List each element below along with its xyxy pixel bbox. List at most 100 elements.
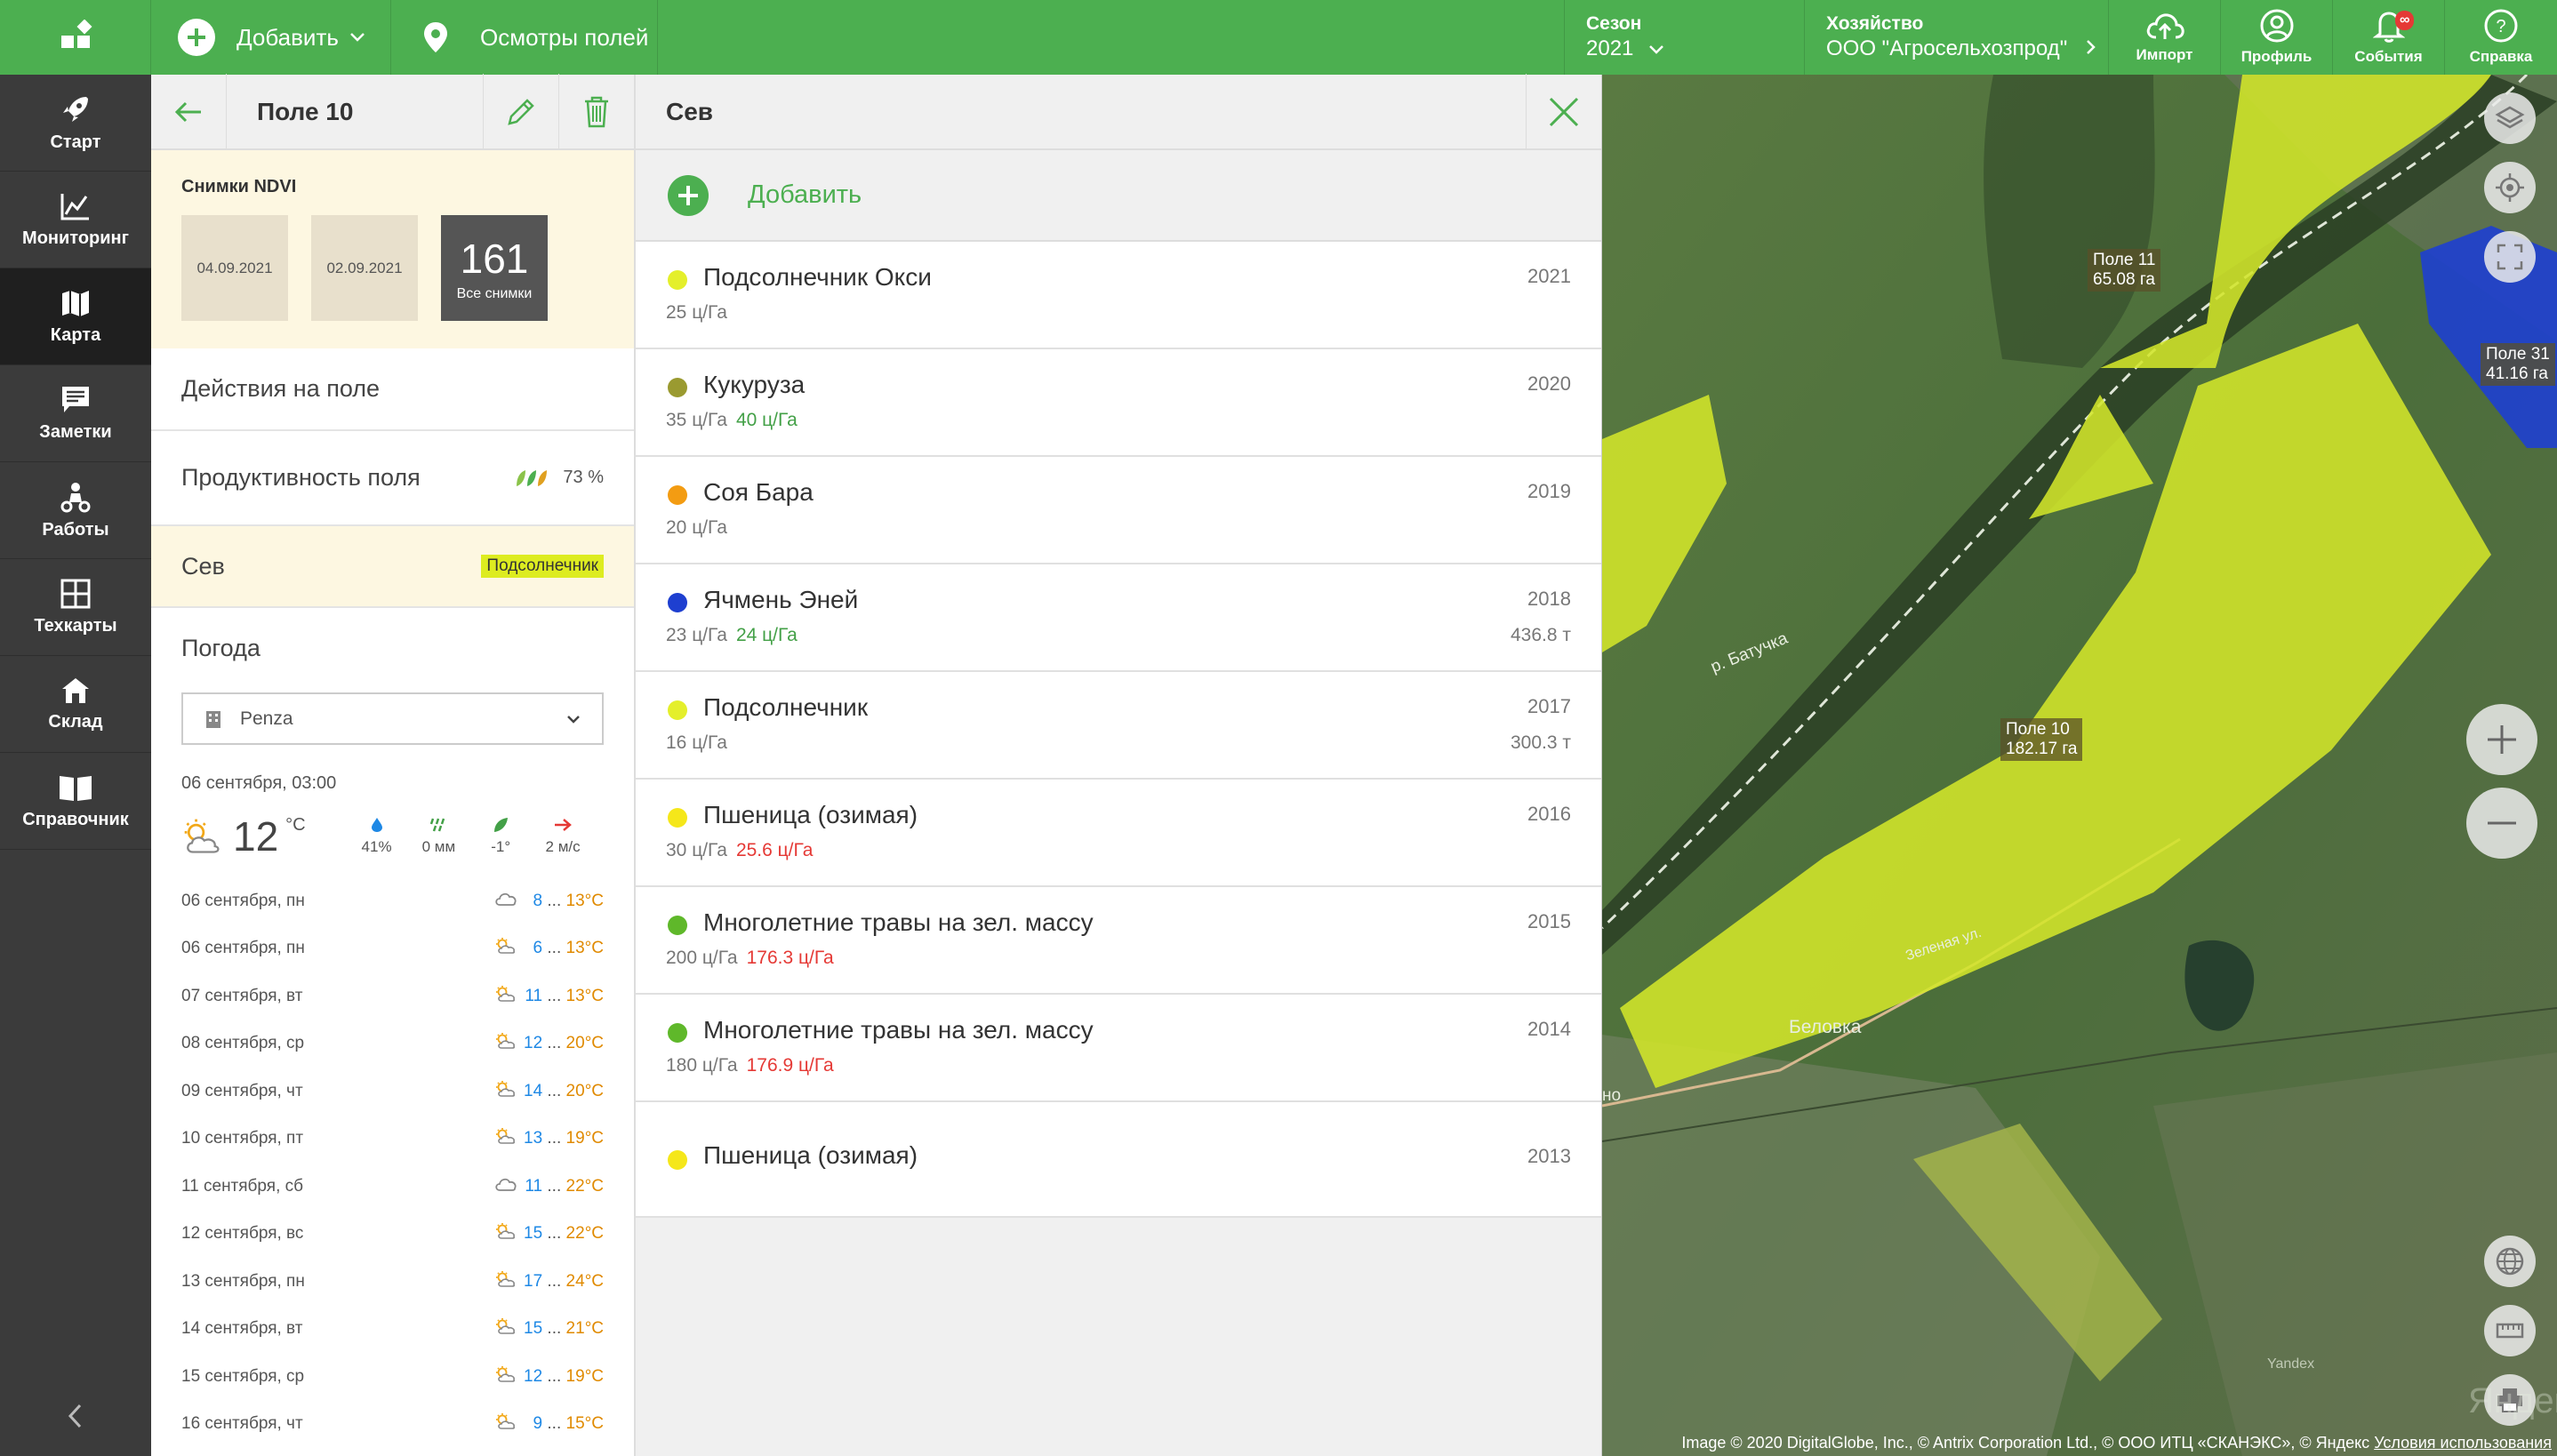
map-view[interactable]: Поле 11 65.08 га Поле 31 41.16 га Поле 10 1… [1602, 75, 2557, 1456]
field-inspections-button[interactable]: Осмотры полей [391, 0, 658, 75]
field-productivity-row[interactable]: Продуктивность поля 73 % [151, 431, 634, 526]
sowing-list-item[interactable]: Ячмень Эней 2018 23 ц/Га 24 ц/Га 436.8 т [636, 564, 1601, 672]
location-group: Penza [204, 708, 293, 730]
crop-year: 2017 [1527, 695, 1571, 717]
nav-item-techcards[interactable]: Техкарты [0, 559, 151, 656]
droplet-icon [371, 818, 382, 832]
sowing-list-item[interactable]: Многолетние травы на зел. массу 2014 180 ц… [636, 995, 1601, 1102]
sowing-list-item[interactable]: Многолетние травы на зел. массу 2015 200 ц… [636, 887, 1601, 995]
forecast-date: 08 сентября, ср [181, 1034, 305, 1053]
forecast-row: 06 сентября, пн 6 ... 13°C [181, 925, 604, 973]
zoom-out-button[interactable] [2466, 788, 2537, 859]
add-sowing-button[interactable]: Добавить [636, 150, 1601, 242]
events-button[interactable]: ∞ События [2333, 0, 2445, 75]
forecast-date: 10 сентября, пт [181, 1129, 304, 1148]
forecast-unit: °C [584, 1081, 605, 1100]
nav-label: Склад [48, 711, 103, 732]
crop-color-dot [668, 378, 687, 397]
nav-item-notes[interactable]: Заметки [0, 365, 151, 462]
add-button[interactable]: Добавить [151, 0, 391, 75]
sowing-list-item[interactable]: Кукуруза 2020 35 ц/Га 40 ц/Га [636, 349, 1601, 457]
crop-year: 2020 [1527, 372, 1571, 395]
fullscreen-button[interactable] [2484, 231, 2536, 283]
map-field-label[interactable]: Поле 10 182.17 га [2000, 718, 2083, 761]
import-button[interactable]: Импорт [2109, 0, 2221, 75]
logo[interactable] [0, 0, 151, 75]
sowing-list-item[interactable]: Подсолнечник 2017 16 ц/Га 300.3 т [636, 672, 1601, 780]
layers-button[interactable] [2484, 92, 2536, 144]
attribution-text: Image © 2020 DigitalGlobe, Inc., © Antri… [1681, 1434, 2370, 1452]
leaves-icon [517, 469, 548, 486]
zoom-in-button[interactable] [2466, 704, 2537, 775]
map-place-label: Беловка [1789, 1017, 1862, 1037]
crop-total: 300.3 т [1510, 732, 1571, 753]
nav-item-map[interactable]: Карта [0, 268, 151, 365]
profile-button[interactable]: Профиль [2221, 0, 2333, 75]
forecast-range: 15 ... 22°C [524, 1224, 604, 1244]
terms-link[interactable]: Условия использования [2374, 1434, 2552, 1452]
actual-yield: 25.6 ц/Га [735, 840, 814, 860]
leaf-temperature-value: -1° [491, 838, 511, 855]
forecast-high: 20 [565, 1081, 585, 1100]
help-button[interactable]: ? Справка [2445, 0, 2557, 75]
nav-item-works[interactable]: Работы [0, 462, 151, 559]
ndvi-thumbnail[interactable]: 04.09.2021 [181, 215, 288, 321]
sowing-list-item[interactable]: Пшеница (озимая) 2016 30 ц/Га 25.6 ц/Га [636, 780, 1601, 887]
map-field-label[interactable]: Поле 11 65.08 га [2088, 249, 2161, 292]
left-nav: Старт Мониторинг Карта Заметки Работы Те… [0, 75, 151, 1456]
weather-section: Погода Penza 06 сентября, 03:00 12 °C 41… [151, 635, 634, 1448]
ndvi-thumbnails: 04.09.2021 02.09.2021 161 Все снимки [181, 215, 604, 321]
farm-selector[interactable]: Хозяйство ООО "Агросельхозпрод" [1805, 0, 2109, 75]
sowing-list-item[interactable]: Подсолнечник Окси 2021 25 ц/Га [636, 242, 1601, 349]
crop-color-dot [668, 700, 687, 720]
ndvi-thumbnail[interactable]: 02.09.2021 [311, 215, 418, 321]
crop-color-dot [668, 808, 687, 828]
nav-item-reference[interactable]: Справочник [0, 753, 151, 850]
globe-button[interactable] [2484, 1236, 2536, 1287]
season-selector[interactable]: Сезон 2021 [1565, 0, 1805, 75]
field-area: 41.16 га [2486, 364, 2548, 383]
field-sowing-row[interactable]: Сев Подсолнечник [151, 526, 634, 608]
planned-yield: 23 ц/Га [666, 625, 727, 645]
current-temperature: 12 [233, 813, 279, 860]
edit-field-button[interactable] [483, 74, 558, 149]
nav-item-start[interactable]: Старт [0, 75, 151, 172]
field-actions-row[interactable]: Действия на поле [151, 348, 634, 431]
map-field-label[interactable]: Поле 31 41.16 га [2481, 343, 2555, 386]
forecast-high: 15 [565, 1414, 585, 1434]
arrow-left-icon [174, 101, 201, 122]
delete-field-button[interactable] [558, 74, 634, 149]
collapse-nav-button[interactable] [0, 1398, 151, 1438]
sowing-list-item[interactable]: Соя Бара 2019 20 ц/Га [636, 457, 1601, 564]
actual-yield: 176.9 ц/Га [746, 1055, 834, 1076]
sowing-list-item[interactable]: Пшеница (озимая) 2013 [636, 1102, 1601, 1218]
building-icon [206, 710, 220, 728]
ruler-button[interactable] [2484, 1305, 2536, 1356]
geolocation-button[interactable] [2484, 162, 2536, 213]
crop-year: 2019 [1527, 480, 1571, 502]
forecast-range: 11 ... 22°C [524, 1177, 604, 1196]
profile-label: Профиль [2240, 48, 2313, 65]
season-value: 2021 [1586, 36, 1634, 60]
app: Добавить Осмотры полей Сезон 2021 Хозяйс… [0, 0, 2557, 1456]
rain-icon [430, 818, 445, 832]
nav-item-monitoring[interactable]: Мониторинг [0, 172, 151, 268]
sun-cloud-icon [488, 1032, 524, 1055]
precipitation-metric: 0 мм [417, 817, 460, 856]
forecast-unit: °C [584, 1414, 604, 1434]
sun-cloud-icon [488, 1127, 524, 1150]
crop-total: 436.8 т [1510, 625, 1571, 645]
sowing-header: Сев [636, 74, 1601, 150]
weather-location-select[interactable]: Penza [181, 692, 604, 745]
sun-cloud-icon [488, 1270, 524, 1293]
events-badge: ∞ [2395, 11, 2415, 30]
back-button[interactable] [151, 74, 227, 149]
close-sowing-button[interactable] [1526, 74, 1601, 149]
productivity-value: 73 % [563, 468, 604, 487]
forecast-low: 13 [524, 1129, 543, 1148]
close-icon [1549, 97, 1579, 126]
sun-cloud-icon [488, 937, 524, 960]
ndvi-all-images-button[interactable]: 161 Все снимки [441, 215, 548, 321]
forecast-date: 13 сентября, пн [181, 1271, 305, 1291]
nav-item-warehouse[interactable]: Склад [0, 656, 151, 753]
